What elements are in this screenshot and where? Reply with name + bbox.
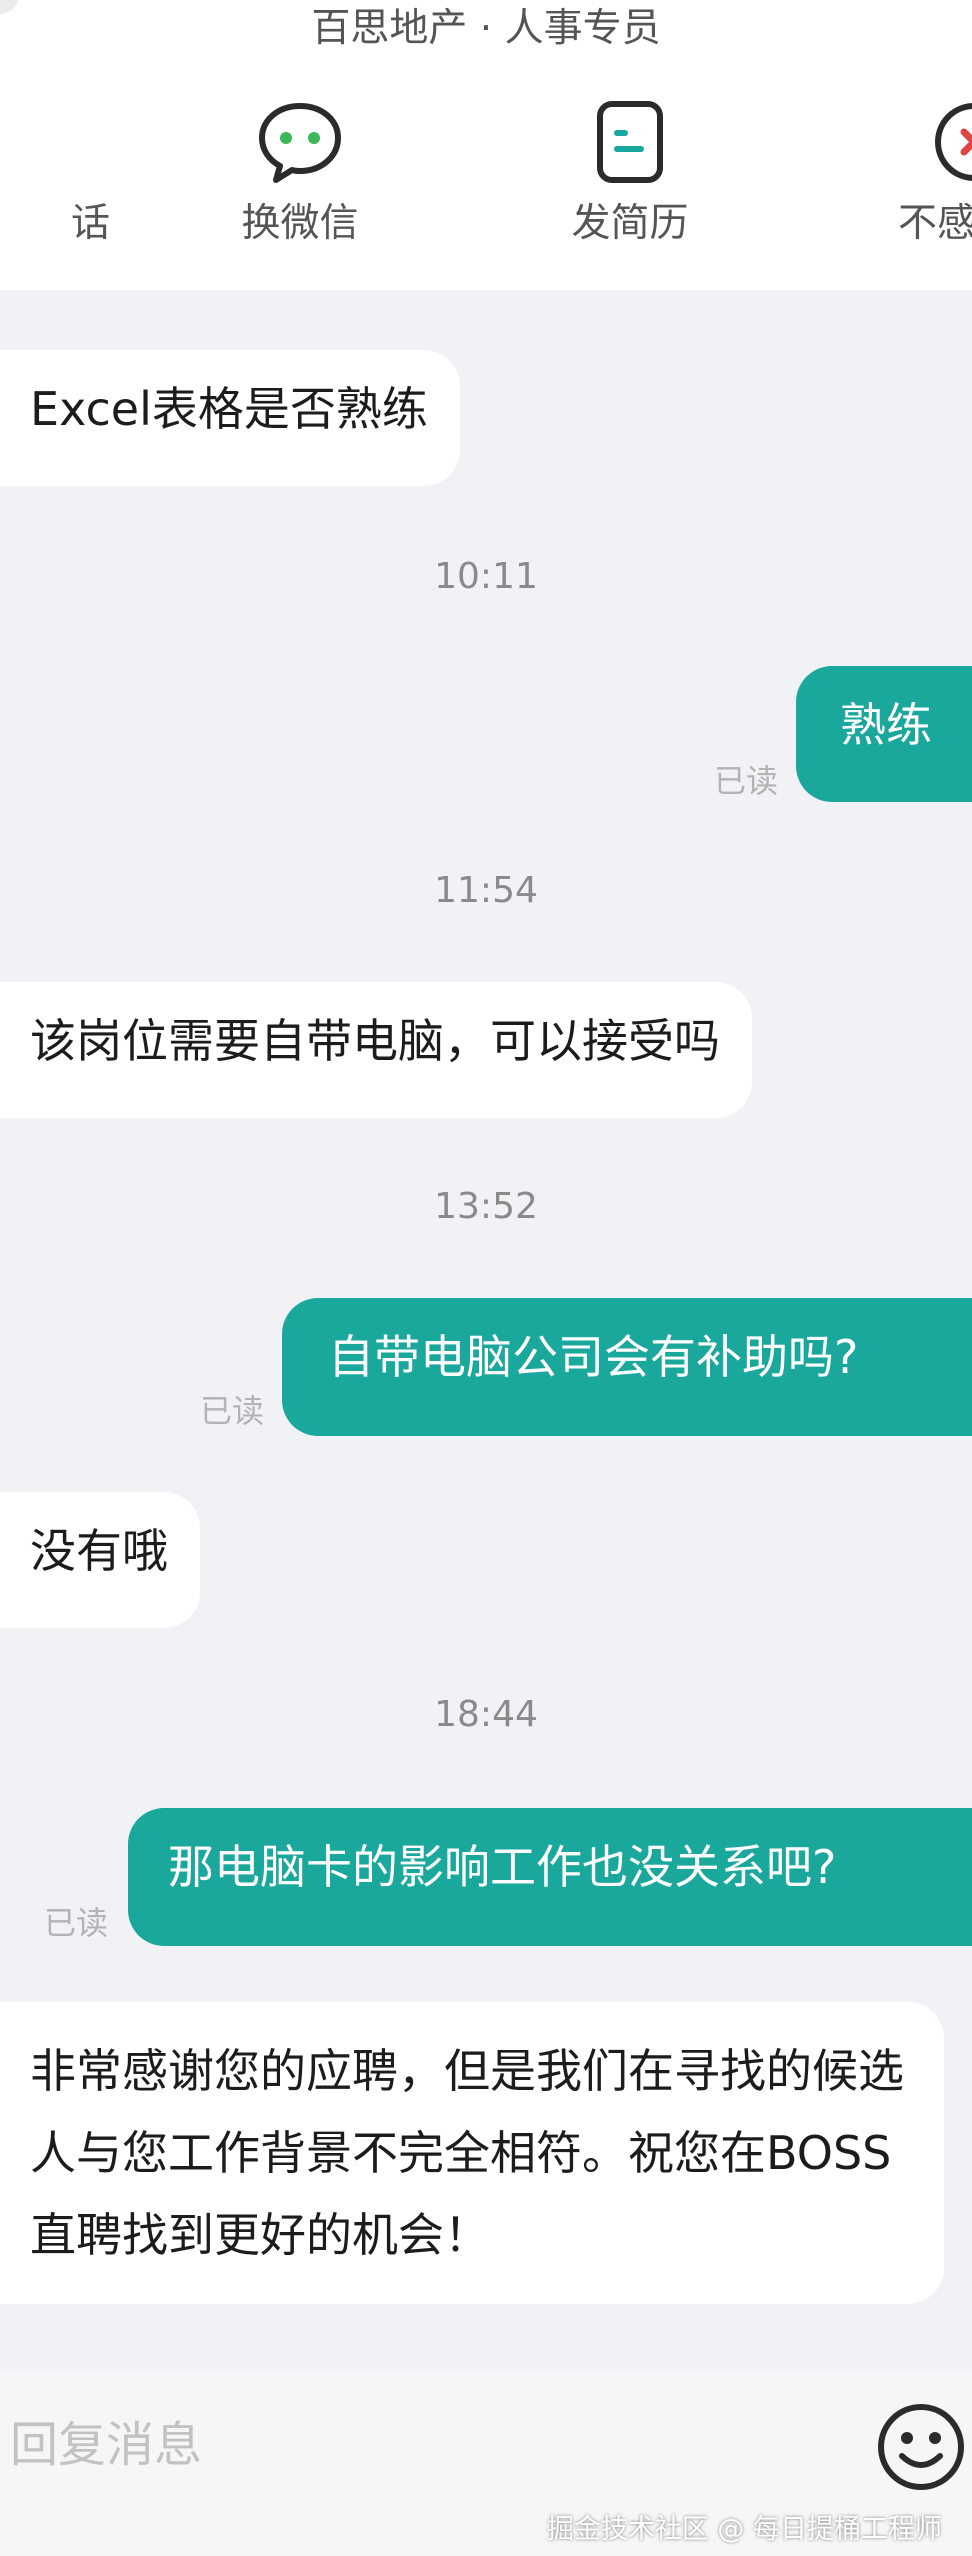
phone-icon — [0, 98, 44, 186]
message-incoming: 没有哦 — [0, 1492, 200, 1628]
message-time: 11:54 — [434, 870, 538, 911]
page-title: 百思地产 · 人事专员 — [311, 6, 661, 51]
not-interested-icon — [935, 103, 972, 181]
message-time: 13:52 — [434, 1186, 538, 1227]
chat-messages[interactable]: Excel表格是否熟练 10:11 已读 熟练 11:54 该岗位需要自带电脑，… — [0, 290, 972, 2350]
read-status: 已读 — [714, 762, 779, 800]
message-incoming: 该岗位需要自带电脑，可以接受吗 — [0, 982, 752, 1118]
message-outgoing: 那电脑卡的影响工作也没关系吧? — [128, 1808, 972, 1946]
smile-icon[interactable] — [874, 2400, 968, 2494]
reply-input[interactable] — [0, 2370, 860, 2520]
message-incoming: 非常感谢您的应聘，但是我们在寻找的候选人与您工作背景不完全相符。祝您在BOSS直… — [0, 2002, 944, 2304]
chat-header: 百思地产 · 人事专员 话 换微信 发简历 不感 — [0, 0, 972, 290]
resume-label: 发简历 — [571, 201, 689, 246]
read-status: 已读 — [200, 1392, 265, 1430]
message-time: 18:44 — [434, 1694, 538, 1735]
wechat-icon — [259, 103, 341, 183]
not-interested-label: 不感 — [898, 201, 972, 246]
resume-icon — [597, 101, 663, 183]
message-outgoing: 熟练 — [796, 666, 972, 802]
message-outgoing: 自带电脑公司会有补助吗? — [282, 1298, 972, 1436]
not-interested-action[interactable]: 不感 — [848, 98, 972, 252]
call-action[interactable]: 话 — [0, 98, 110, 252]
wechat-label: 换微信 — [241, 201, 359, 246]
resume-action[interactable]: 发简历 — [520, 98, 740, 252]
watermark: 掘金技术社区 @ 每日提桶工程师 — [546, 2514, 942, 2545]
wechat-action[interactable]: 换微信 — [190, 98, 410, 252]
message-incoming: Excel表格是否熟练 — [0, 350, 460, 486]
message-time: 10:11 — [434, 556, 538, 597]
call-label: 话 — [70, 201, 110, 246]
read-status: 已读 — [44, 1904, 109, 1942]
